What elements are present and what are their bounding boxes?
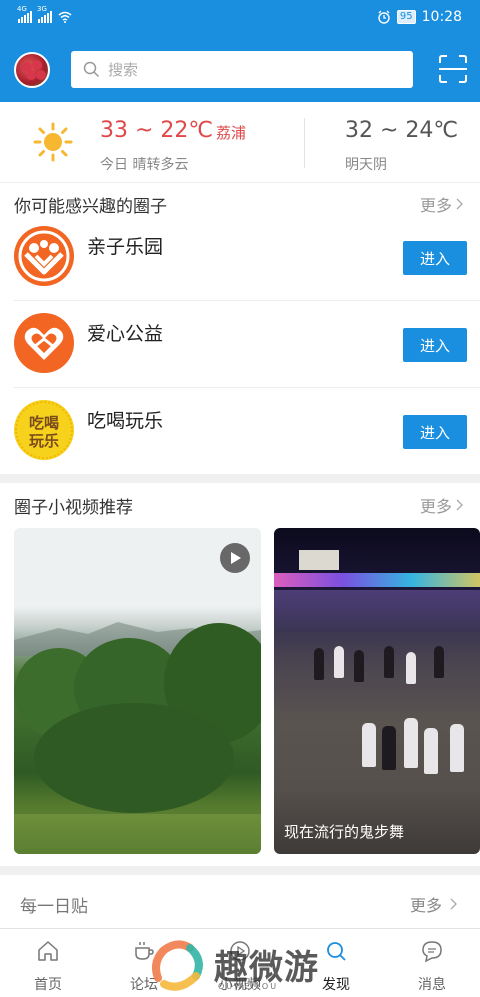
status-right: 95 10:28 — [377, 9, 462, 25]
status-time: 10:28 — [421, 9, 462, 25]
tab-forum[interactable]: 论坛 — [96, 929, 192, 997]
thumbnail-shape — [362, 723, 376, 767]
battery-indicator: 95 — [396, 10, 416, 24]
top-header — [0, 38, 480, 102]
more-label: 更多 — [419, 196, 452, 215]
section-gap — [0, 474, 480, 483]
circle-item-charity[interactable]: 爱心公益 进入 — [0, 301, 480, 388]
circle-name: 爱心公益 — [87, 323, 164, 345]
video-card-landscape[interactable] — [14, 528, 261, 854]
circle-name: 亲子乐园 — [87, 236, 164, 258]
status-bar: 4G 3G 95 10:28 — [0, 0, 480, 38]
daily-section-title: 每一日贴 — [20, 897, 88, 917]
thumbnail-shape — [274, 573, 480, 587]
thumbnail-shape — [406, 652, 416, 684]
more-label: 更多 — [409, 896, 442, 915]
search-box[interactable] — [71, 51, 413, 88]
watermark-subtext: QUWEIYOU — [218, 982, 279, 991]
signal-icon-sim1: 4G — [17, 5, 32, 23]
section-gap — [0, 866, 480, 875]
thumbnail-shape — [382, 726, 396, 770]
avatar[interactable] — [14, 52, 50, 88]
scan-icon[interactable] — [438, 54, 468, 84]
weather-divider — [304, 118, 305, 168]
circle-name: 吃喝玩乐 — [87, 410, 164, 432]
parenting-circle-logo — [14, 226, 74, 286]
daily-more-link[interactable]: 更多 — [410, 892, 458, 916]
tomorrow-temperature: 32 ~ 24℃ — [345, 118, 459, 143]
chevron-right-icon — [456, 499, 463, 511]
thumbnail-shape — [450, 724, 464, 772]
more-label: 更多 — [419, 497, 452, 516]
today-weather-desc: 今日 晴转多云 — [100, 157, 189, 173]
play-icon[interactable] — [220, 543, 250, 573]
chevron-right-icon — [456, 198, 463, 210]
thumbnail-shape — [424, 728, 438, 774]
search-icon — [327, 942, 346, 961]
video-card-dance[interactable]: 现在流行的鬼步舞 — [274, 528, 480, 854]
divider — [0, 182, 480, 183]
sim1-network-type: 4G — [17, 5, 27, 13]
status-left: 4G 3G — [17, 5, 72, 23]
thumbnail-shape — [314, 648, 324, 680]
enter-circle-button[interactable]: 进入 — [403, 241, 467, 275]
tab-messages[interactable]: 消息 — [384, 929, 480, 997]
svg-text:吃喝: 吃喝 — [29, 414, 59, 432]
thumbnail-shape — [34, 703, 234, 813]
wifi-icon — [58, 11, 72, 23]
circles-more-link[interactable]: 更多 — [420, 192, 464, 216]
thumbnail-shape — [14, 814, 261, 854]
charity-circle-logo — [14, 313, 74, 373]
svg-text:玩乐: 玩乐 — [29, 432, 59, 450]
coffee-icon — [135, 942, 154, 960]
videos-more-link[interactable]: 更多 — [420, 493, 464, 517]
video-caption: 现在流行的鬼步舞 — [284, 823, 405, 841]
tab-label: 消息 — [418, 977, 446, 993]
signal-icon-sim2: 3G — [37, 5, 52, 23]
alarm-icon — [378, 10, 390, 24]
search-icon — [83, 61, 100, 78]
discover-page: 4G 3G 95 10:28 搜索 33 ~ 22℃ 荔浦 今日 晴转多云 32… — [0, 0, 480, 997]
circle-item-food-fun[interactable]: 吃喝 玩乐 吃喝玩乐 进入 — [0, 388, 480, 475]
video-thumbnail — [299, 550, 339, 570]
chevron-right-icon — [450, 898, 457, 910]
tab-home[interactable]: 首页 — [0, 929, 96, 997]
sunny-icon — [33, 122, 73, 162]
food-fun-circle-logo: 吃喝 玩乐 — [14, 400, 74, 460]
tab-label: 论坛 — [130, 977, 158, 993]
thumbnail-shape — [274, 590, 480, 630]
thumbnail-shape — [404, 718, 418, 768]
search-input[interactable] — [108, 60, 388, 79]
thumbnail-shape — [354, 650, 364, 682]
thumbnail-shape — [334, 646, 344, 678]
weather-card[interactable]: 33 ~ 22℃ 荔浦 今日 晴转多云 32 ~ 24℃ 明天阴 — [0, 102, 480, 182]
thumbnail-shape — [384, 646, 394, 678]
enter-circle-button[interactable]: 进入 — [403, 328, 467, 362]
thumbnail-shape — [434, 646, 444, 678]
sim2-network-type: 3G — [37, 5, 47, 13]
message-icon — [422, 941, 442, 963]
enter-circle-button[interactable]: 进入 — [403, 415, 467, 449]
weather-city: 荔浦 — [216, 124, 247, 142]
home-icon — [38, 941, 58, 961]
circle-item-parenting[interactable]: 亲子乐园 进入 — [0, 214, 480, 301]
tomorrow-weather-desc: 明天阴 — [345, 157, 387, 173]
video-section-title: 圈子小视频推荐 — [14, 498, 133, 518]
today-temperature: 33 ~ 22℃ — [100, 118, 214, 143]
tab-label: 首页 — [34, 977, 62, 993]
